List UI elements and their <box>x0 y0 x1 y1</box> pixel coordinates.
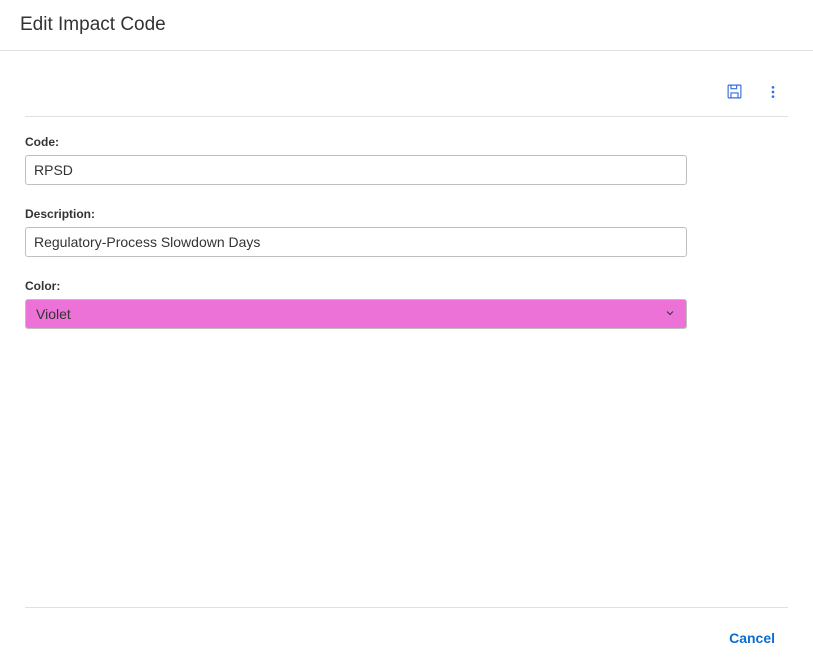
toolbar <box>0 51 813 116</box>
form-group-code: Code: <box>25 135 788 185</box>
more-vertical-icon <box>765 84 781 100</box>
page-title: Edit Impact Code <box>20 14 793 36</box>
save-button[interactable] <box>724 81 745 102</box>
chevron-down-icon <box>664 306 676 322</box>
save-icon <box>726 83 743 100</box>
overflow-menu-button[interactable] <box>763 82 783 102</box>
description-label: Description: <box>25 207 788 221</box>
footer: Cancel <box>0 607 813 668</box>
divider <box>25 607 788 608</box>
dialog-header: Edit Impact Code <box>0 0 813 51</box>
form: Code: Description: Color: Violet <box>0 117 813 369</box>
color-select[interactable]: Violet <box>25 299 687 329</box>
color-select-value: Violet <box>36 306 71 322</box>
cancel-button[interactable]: Cancel <box>721 626 783 650</box>
description-input[interactable] <box>25 227 687 257</box>
code-input[interactable] <box>25 155 687 185</box>
color-label: Color: <box>25 279 788 293</box>
form-group-color: Color: Violet <box>25 279 788 329</box>
code-label: Code: <box>25 135 788 149</box>
footer-actions: Cancel <box>30 626 783 650</box>
form-group-description: Description: <box>25 207 788 257</box>
